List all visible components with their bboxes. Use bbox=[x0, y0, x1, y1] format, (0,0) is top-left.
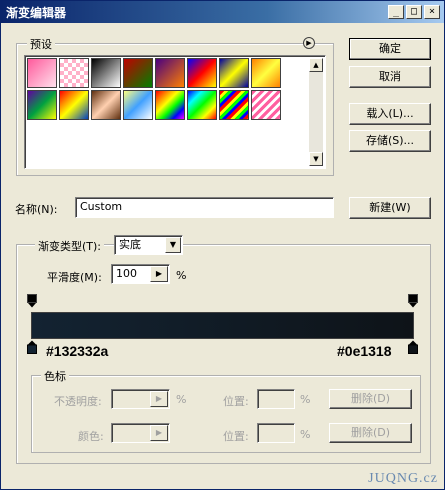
window-title: 渐变编辑器 bbox=[6, 6, 67, 20]
preset-swatch[interactable] bbox=[59, 90, 89, 120]
save-button[interactable]: 存储(S)... bbox=[349, 130, 431, 152]
color-stop-left-icon[interactable] bbox=[27, 340, 37, 354]
cancel-button[interactable]: 取消 bbox=[349, 66, 431, 88]
gradient-type-value: 实底 bbox=[119, 238, 141, 251]
opacity-location-input[interactable] bbox=[257, 389, 295, 409]
right-color-hex: #0e1318 bbox=[337, 343, 392, 359]
preset-swatch[interactable] bbox=[219, 58, 249, 88]
opacity-unit: % bbox=[176, 393, 187, 406]
opacity-input[interactable]: ▶ bbox=[111, 389, 170, 409]
presets-label: 预设 bbox=[27, 36, 55, 52]
minimize-button[interactable]: _ bbox=[388, 5, 404, 19]
color-arrow-icon[interactable]: ▶ bbox=[150, 425, 168, 441]
presets-list[interactable]: ▲ ▼ bbox=[24, 55, 326, 169]
gradient-editor-window: 渐变编辑器 _ □ × 预设 ▶ ▲ ▼ 确定 取消 载入(L)... 存储(S… bbox=[0, 0, 445, 490]
gradient-type-select[interactable]: 实底 ▼ bbox=[114, 235, 183, 255]
preset-swatch[interactable] bbox=[187, 58, 217, 88]
color-label: 颜色: bbox=[78, 430, 104, 443]
color-location-label: 位置: bbox=[223, 430, 249, 443]
dropdown-arrow-icon[interactable]: ▼ bbox=[165, 237, 181, 253]
new-button[interactable]: 新建(W) bbox=[349, 197, 431, 219]
opacity-label: 不透明度: bbox=[54, 395, 102, 408]
preset-swatch[interactable] bbox=[27, 58, 57, 88]
smoothness-unit: % bbox=[176, 269, 187, 282]
color-input[interactable]: ▶ bbox=[111, 423, 170, 443]
smoothness-input[interactable]: 100 ▶ bbox=[111, 264, 170, 284]
name-label: 名称(N): bbox=[15, 203, 58, 216]
gradient-preview-bar[interactable] bbox=[31, 312, 414, 339]
preset-swatch[interactable] bbox=[27, 90, 57, 120]
left-color-hex: #132332a bbox=[46, 343, 109, 359]
scroll-down-icon[interactable]: ▼ bbox=[309, 152, 323, 166]
preset-swatch[interactable] bbox=[91, 58, 121, 88]
presets-menu-icon[interactable]: ▶ bbox=[303, 37, 315, 49]
opacity-stop-left-icon[interactable] bbox=[27, 294, 37, 308]
preset-swatch[interactable] bbox=[59, 58, 89, 88]
presets-scrollbar[interactable]: ▲ ▼ bbox=[309, 58, 323, 166]
scroll-up-icon[interactable]: ▲ bbox=[309, 58, 323, 72]
title-bar[interactable]: 渐变编辑器 _ □ × bbox=[1, 1, 444, 23]
close-button[interactable]: × bbox=[424, 5, 440, 19]
delete-color-stop-button[interactable]: 删除(D) bbox=[329, 423, 412, 443]
delete-opacity-stop-button[interactable]: 删除(D) bbox=[329, 389, 412, 409]
color-stop-right-icon[interactable] bbox=[408, 340, 418, 354]
maximize-button[interactable]: □ bbox=[406, 5, 422, 19]
smoothness-value: 100 bbox=[116, 267, 137, 280]
name-input[interactable]: Custom bbox=[75, 197, 334, 218]
preset-swatch[interactable] bbox=[251, 58, 281, 88]
watermark: JUQNG.cz bbox=[368, 471, 438, 486]
ok-button[interactable]: 确定 bbox=[349, 38, 431, 60]
preset-swatch[interactable] bbox=[91, 90, 121, 120]
opacity-location-label: 位置: bbox=[223, 395, 249, 408]
gradient-type-label: 渐变类型(T): bbox=[35, 238, 105, 254]
preset-swatch[interactable] bbox=[123, 58, 153, 88]
color-location-unit: % bbox=[300, 428, 311, 441]
smoothness-label: 平滑度(M): bbox=[47, 271, 102, 284]
color-location-input[interactable] bbox=[257, 423, 295, 443]
load-button[interactable]: 载入(L)... bbox=[349, 103, 431, 125]
smoothness-arrow-icon[interactable]: ▶ bbox=[150, 266, 168, 282]
preset-swatch[interactable] bbox=[251, 90, 281, 120]
preset-swatch[interactable] bbox=[155, 58, 185, 88]
preset-swatch[interactable] bbox=[187, 90, 217, 120]
preset-swatch[interactable] bbox=[219, 90, 249, 120]
opacity-stop-right-icon[interactable] bbox=[408, 294, 418, 308]
stops-label: 色标 bbox=[41, 368, 69, 384]
preset-swatch[interactable] bbox=[123, 90, 153, 120]
opacity-arrow-icon[interactable]: ▶ bbox=[150, 391, 168, 407]
preset-swatch[interactable] bbox=[155, 90, 185, 120]
opacity-location-unit: % bbox=[300, 393, 311, 406]
